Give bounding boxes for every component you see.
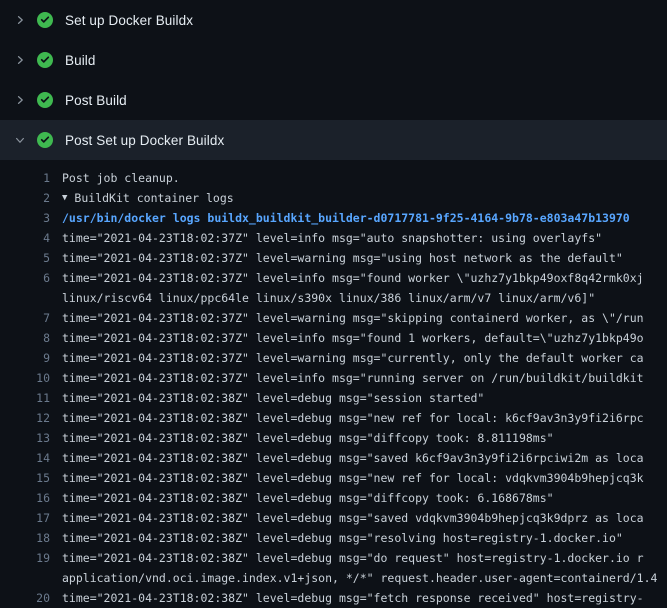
log-line-number[interactable]: 2 xyxy=(0,188,62,208)
log-line: 20 time="2021-04-23T18:02:38Z" level=deb… xyxy=(0,588,667,608)
group-caret-icon[interactable]: ▼ xyxy=(62,188,67,208)
success-check-icon xyxy=(37,92,53,108)
log-line-number[interactable]: 4 xyxy=(0,228,62,248)
log-line-number[interactable] xyxy=(0,288,62,308)
step-list: Set up Docker Buildx Build P xyxy=(0,0,667,160)
log-line: 7 time="2021-04-23T18:02:37Z" level=warn… xyxy=(0,308,667,328)
log-line: 11 time="2021-04-23T18:02:38Z" level=deb… xyxy=(0,388,667,408)
log-line-text: linux/riscv64 linux/ppc64le linux/s390x … xyxy=(62,288,595,308)
log-line-text: time="2021-04-23T18:02:38Z" level=debug … xyxy=(62,588,644,608)
workflow-log-viewer: Set up Docker Buildx Build P xyxy=(0,0,667,608)
log-lines: 1 Post job cleanup. 2 ▼ BuildKit contain… xyxy=(0,168,667,608)
chevron-icon[interactable] xyxy=(12,132,28,148)
chevron-icon[interactable] xyxy=(12,92,28,108)
log-line: linux/riscv64 linux/ppc64le linux/s390x … xyxy=(0,288,667,308)
log-line: 19 time="2021-04-23T18:02:38Z" level=deb… xyxy=(0,548,667,568)
log-line-number[interactable]: 17 xyxy=(0,508,62,528)
log-line: 16 time="2021-04-23T18:02:38Z" level=deb… xyxy=(0,488,667,508)
log-line-number[interactable]: 10 xyxy=(0,368,62,388)
log-line: 6 time="2021-04-23T18:02:37Z" level=info… xyxy=(0,268,667,288)
step-label: Post Build xyxy=(65,93,127,108)
log-line: 17 time="2021-04-23T18:02:38Z" level=deb… xyxy=(0,508,667,528)
log-line: 3 /usr/bin/docker logs buildx_buildkit_b… xyxy=(0,208,667,228)
log-line-text: time="2021-04-23T18:02:37Z" level=warnin… xyxy=(62,248,623,268)
log-line-number[interactable]: 13 xyxy=(0,428,62,448)
log-line-number[interactable]: 8 xyxy=(0,328,62,348)
log-line: 12 time="2021-04-23T18:02:38Z" level=deb… xyxy=(0,408,667,428)
log-line-text: time="2021-04-23T18:02:38Z" level=debug … xyxy=(62,468,644,488)
log-line-number[interactable]: 15 xyxy=(0,468,62,488)
log-line: application/vnd.oci.image.index.v1+json,… xyxy=(0,568,667,588)
log-line-number[interactable]: 16 xyxy=(0,488,62,508)
log-line-text: time="2021-04-23T18:02:37Z" level=info m… xyxy=(62,228,602,248)
log-line-number[interactable]: 20 xyxy=(0,588,62,608)
log-line-text: time="2021-04-23T18:02:38Z" level=debug … xyxy=(62,548,644,568)
log-line-text: application/vnd.oci.image.index.v1+json,… xyxy=(62,568,657,588)
log-line-text: time="2021-04-23T18:02:38Z" level=debug … xyxy=(62,408,644,428)
log-line-number[interactable]: 11 xyxy=(0,388,62,408)
step-header-build[interactable]: Build xyxy=(0,40,667,80)
log-line-text: time="2021-04-23T18:02:37Z" level=info m… xyxy=(62,268,644,288)
log-line-text: time="2021-04-23T18:02:37Z" level=warnin… xyxy=(62,308,644,328)
log-line-text: time="2021-04-23T18:02:38Z" level=debug … xyxy=(62,448,644,468)
step-header-set-up-docker-buildx[interactable]: Set up Docker Buildx xyxy=(0,0,667,40)
log-line-text: time="2021-04-23T18:02:38Z" level=debug … xyxy=(62,488,554,508)
log-line-number[interactable]: 12 xyxy=(0,408,62,428)
log-line-number[interactable]: 3 xyxy=(0,208,62,228)
log-line-number[interactable]: 9 xyxy=(0,348,62,368)
log-line: 8 time="2021-04-23T18:02:37Z" level=info… xyxy=(0,328,667,348)
success-check-icon xyxy=(37,12,53,28)
log-area[interactable]: 1 Post job cleanup. 2 ▼ BuildKit contain… xyxy=(0,160,667,608)
chevron-icon[interactable] xyxy=(12,12,28,28)
log-line: 5 time="2021-04-23T18:02:37Z" level=warn… xyxy=(0,248,667,268)
log-line-text: time="2021-04-23T18:02:38Z" level=debug … xyxy=(62,428,554,448)
log-line: 13 time="2021-04-23T18:02:38Z" level=deb… xyxy=(0,428,667,448)
log-line: 4 time="2021-04-23T18:02:37Z" level=info… xyxy=(0,228,667,248)
log-line-number[interactable]: 14 xyxy=(0,448,62,468)
success-check-icon xyxy=(37,132,53,148)
step-header-post-set-up-docker-buildx[interactable]: Post Set up Docker Buildx xyxy=(0,120,667,160)
log-line: 14 time="2021-04-23T18:02:38Z" level=deb… xyxy=(0,448,667,468)
log-line-number[interactable]: 18 xyxy=(0,528,62,548)
step-label: Post Set up Docker Buildx xyxy=(65,133,224,148)
log-line: 18 time="2021-04-23T18:02:38Z" level=deb… xyxy=(0,528,667,548)
log-line: 1 Post job cleanup. xyxy=(0,168,667,188)
log-line-text: time="2021-04-23T18:02:37Z" level=info m… xyxy=(62,328,644,348)
log-line: 10 time="2021-04-23T18:02:37Z" level=inf… xyxy=(0,368,667,388)
log-line-text: time="2021-04-23T18:02:38Z" level=debug … xyxy=(62,528,623,548)
step-label: Build xyxy=(65,53,96,68)
success-check-icon xyxy=(37,52,53,68)
log-line-text: Post job cleanup. xyxy=(62,168,180,188)
log-line: 9 time="2021-04-23T18:02:37Z" level=warn… xyxy=(0,348,667,368)
log-line-number[interactable]: 19 xyxy=(0,548,62,568)
log-line-text: time="2021-04-23T18:02:37Z" level=info m… xyxy=(62,368,644,388)
step-header-post-build[interactable]: Post Build xyxy=(0,80,667,120)
log-line[interactable]: 2 ▼ BuildKit container logs xyxy=(0,188,667,208)
chevron-icon[interactable] xyxy=(12,52,28,68)
log-line-text: BuildKit container logs xyxy=(74,188,233,208)
log-line-number[interactable]: 6 xyxy=(0,268,62,288)
log-line-number[interactable] xyxy=(0,568,62,588)
log-line-text: time="2021-04-23T18:02:38Z" level=debug … xyxy=(62,388,484,408)
log-line: 15 time="2021-04-23T18:02:38Z" level=deb… xyxy=(0,468,667,488)
log-line-number[interactable]: 1 xyxy=(0,168,62,188)
step-label: Set up Docker Buildx xyxy=(65,13,193,28)
log-line-text: /usr/bin/docker logs buildx_buildkit_bui… xyxy=(62,208,630,228)
log-line-text: time="2021-04-23T18:02:38Z" level=debug … xyxy=(62,508,644,528)
log-line-number[interactable]: 5 xyxy=(0,248,62,268)
log-line-number[interactable]: 7 xyxy=(0,308,62,328)
log-line-text: time="2021-04-23T18:02:37Z" level=warnin… xyxy=(62,348,644,368)
